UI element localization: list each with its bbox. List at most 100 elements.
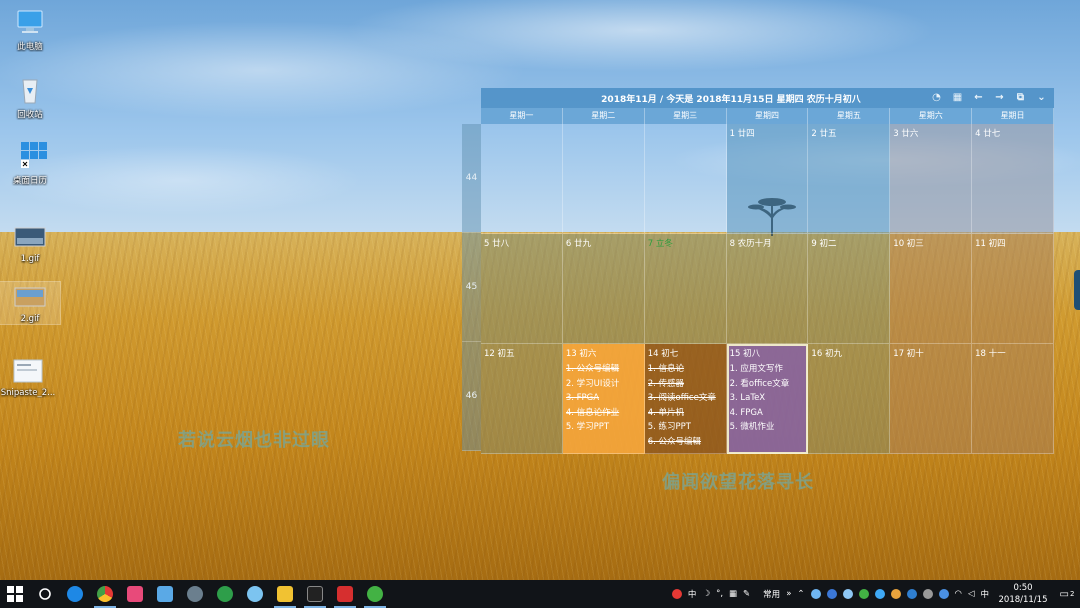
taskbar-clock[interactable]: 0:50 2018/11/15 bbox=[992, 582, 1054, 606]
moon-icon[interactable]: ☽ bbox=[702, 589, 710, 599]
day-label: 8 农历十月 bbox=[729, 239, 772, 249]
calendar-icon[interactable]: ▦ bbox=[951, 91, 964, 104]
security-icon[interactable] bbox=[906, 589, 917, 599]
tray-app-icon[interactable] bbox=[826, 589, 837, 599]
chevron-down-icon[interactable]: ⌄ bbox=[1035, 91, 1048, 104]
day-cell[interactable]: 17 初十 bbox=[890, 344, 973, 454]
day-label: 14 初七 bbox=[647, 349, 679, 359]
notification-icon: ▭ bbox=[1059, 588, 1069, 600]
day-cell[interactable]: 3 廿六 bbox=[890, 124, 973, 234]
day-cell[interactable]: 16 初九 bbox=[808, 344, 891, 454]
day-cell-with-tasks[interactable]: 14 初七 1. 信息论 2. 传感器 3. 阅读office文章 4. 单片机… bbox=[644, 344, 727, 454]
desktop-icon-gif-2[interactable]: 2.gif bbox=[0, 281, 61, 325]
task-list: 1. 公众号编辑 2. 学习UI设计 3. FPGA 4. 信息论作业 5. 学… bbox=[566, 362, 641, 435]
chevron-up-icon[interactable]: ⌃ bbox=[797, 589, 804, 599]
task-item[interactable]: 2. 学习UI设计 bbox=[566, 377, 641, 392]
task-item[interactable]: 2. 传感器 bbox=[648, 377, 723, 392]
task-list: 1. 信息论 2. 传感器 3. 阅读office文章 4. 单片机 5. 练习… bbox=[648, 362, 723, 449]
task-item[interactable]: 4. 信息论作业 bbox=[566, 406, 641, 421]
cloud-icon bbox=[247, 586, 263, 602]
window-icon[interactable]: ⧉ bbox=[1014, 91, 1027, 104]
taskbar-app-terminal[interactable] bbox=[300, 580, 330, 608]
taskbar-app-explorer[interactable] bbox=[270, 580, 300, 608]
tray-app-icon[interactable] bbox=[858, 589, 869, 599]
volume-icon[interactable]: ◁ bbox=[968, 589, 975, 599]
task-item[interactable]: 3. FPGA bbox=[566, 391, 641, 406]
day-cell[interactable]: 10 初三 bbox=[890, 234, 973, 344]
action-center-button[interactable]: ▭ 2 bbox=[1054, 580, 1080, 608]
desktop-icon-gif-1[interactable]: 1.gif bbox=[0, 222, 60, 264]
day-label: 9 初二 bbox=[811, 239, 837, 249]
notes-icon bbox=[157, 586, 173, 602]
punctuation-icon[interactable]: °, bbox=[716, 589, 723, 599]
task-item[interactable]: 3. LaTeX bbox=[730, 391, 805, 406]
day-cell[interactable]: 2 廿五 bbox=[808, 124, 891, 234]
task-item[interactable]: 4. FPGA bbox=[730, 406, 805, 421]
desktop-icon-desktop-calendar[interactable]: 桌面日历 bbox=[0, 142, 60, 186]
start-button[interactable] bbox=[0, 580, 30, 608]
day-cell[interactable]: 5 廿八 bbox=[481, 234, 563, 344]
calendar-title: 2018年11月 / 今天是 2018年11月15日 星期四 农历十月初八 bbox=[601, 95, 861, 105]
task-item[interactable]: 1. 公众号编辑 bbox=[566, 362, 641, 377]
task-item[interactable]: 5. 练习PPT bbox=[648, 420, 723, 435]
day-cell[interactable]: 11 初四 bbox=[972, 234, 1054, 344]
taskbar-app-notes[interactable] bbox=[150, 580, 180, 608]
weekday-label: 星期四 bbox=[726, 108, 809, 124]
tray-app-icon[interactable] bbox=[874, 589, 885, 599]
side-dock-tab[interactable] bbox=[1074, 270, 1080, 310]
taskbar-app-sync[interactable] bbox=[210, 580, 240, 608]
weekday-label: 星期五 bbox=[808, 108, 891, 124]
day-label: 3 廿六 bbox=[893, 129, 919, 139]
speed-icon[interactable]: ◔ bbox=[930, 91, 943, 104]
arrow-left-icon[interactable]: ← bbox=[972, 91, 985, 104]
wrench-icon[interactable]: ✎ bbox=[743, 589, 750, 599]
taskbar-app-generic[interactable] bbox=[180, 580, 210, 608]
day-cell[interactable]: 8 农历十月 bbox=[726, 234, 809, 344]
day-cell[interactable]: 6 廿九 bbox=[562, 234, 645, 344]
sogou-ime-icon[interactable] bbox=[671, 589, 682, 599]
desktop-icon-this-pc[interactable]: 此电脑 bbox=[0, 8, 60, 52]
arrow-right-icon[interactable]: → bbox=[993, 91, 1006, 104]
ime-mode[interactable]: 中 bbox=[688, 588, 697, 600]
desktop-quote-right: 偏闻欲望花落寻长 bbox=[662, 472, 814, 493]
day-cell[interactable]: 7 立冬 bbox=[644, 234, 727, 344]
tray-expand-arrow[interactable]: » bbox=[786, 589, 791, 599]
desktop-icon-snipaste[interactable]: Snipaste_2... bbox=[0, 356, 56, 398]
taskbar-app-chrome[interactable] bbox=[90, 580, 120, 608]
image-file-icon bbox=[11, 356, 45, 386]
tray-app-icon[interactable] bbox=[842, 589, 853, 599]
day-cell[interactable]: 9 初二 bbox=[808, 234, 891, 344]
tray-app-icon[interactable] bbox=[890, 589, 901, 599]
taskbar-app-media[interactable] bbox=[120, 580, 150, 608]
wifi-icon[interactable]: ◠ bbox=[955, 589, 962, 599]
task-item[interactable]: 5. 学习PPT bbox=[566, 420, 641, 435]
tray-label[interactable]: 常用 bbox=[763, 588, 780, 600]
search-button[interactable] bbox=[30, 580, 60, 608]
day-label: 18 十一 bbox=[975, 349, 1006, 359]
desktop-icon-recycle-bin[interactable]: 回收站 bbox=[0, 76, 60, 120]
tray-app-icon[interactable] bbox=[922, 589, 933, 599]
terminal-icon bbox=[307, 586, 323, 602]
taskbar-app-typora[interactable] bbox=[330, 580, 360, 608]
taskbar-app-cloud[interactable] bbox=[240, 580, 270, 608]
taskbar-app-edge[interactable] bbox=[60, 580, 90, 608]
gif-file-icon bbox=[13, 282, 47, 312]
keyboard-icon[interactable]: ▦ bbox=[729, 589, 737, 599]
task-item[interactable]: 2. 看office文章 bbox=[730, 377, 805, 392]
day-cell[interactable]: 4 廿七 bbox=[972, 124, 1054, 234]
day-cell[interactable]: 1 廿四 bbox=[726, 124, 809, 234]
task-item[interactable]: 6. 公众号编辑 bbox=[648, 435, 723, 450]
ime-mode-2[interactable]: 中 bbox=[980, 588, 989, 600]
tray-app-icon[interactable] bbox=[938, 589, 949, 599]
taskbar-app-wechat[interactable] bbox=[360, 580, 390, 608]
day-cell-with-tasks[interactable]: 13 初六 1. 公众号编辑 2. 学习UI设计 3. FPGA 4. 信息论作… bbox=[562, 344, 645, 454]
day-cell[interactable]: 12 初五 bbox=[481, 344, 563, 454]
day-cell-today[interactable]: 15 初八 1. 应用文写作 2. 看office文章 3. LaTeX 4. … bbox=[726, 344, 809, 454]
task-item[interactable]: 4. 单片机 bbox=[648, 406, 723, 421]
tray-app-icon[interactable] bbox=[810, 589, 821, 599]
task-item[interactable]: 1. 应用文写作 bbox=[730, 362, 805, 377]
task-item[interactable]: 1. 信息论 bbox=[648, 362, 723, 377]
task-item[interactable]: 3. 阅读office文章 bbox=[648, 391, 723, 406]
day-cell[interactable]: 18 十一 bbox=[972, 344, 1054, 454]
task-item[interactable]: 5. 微机作业 bbox=[730, 420, 805, 435]
